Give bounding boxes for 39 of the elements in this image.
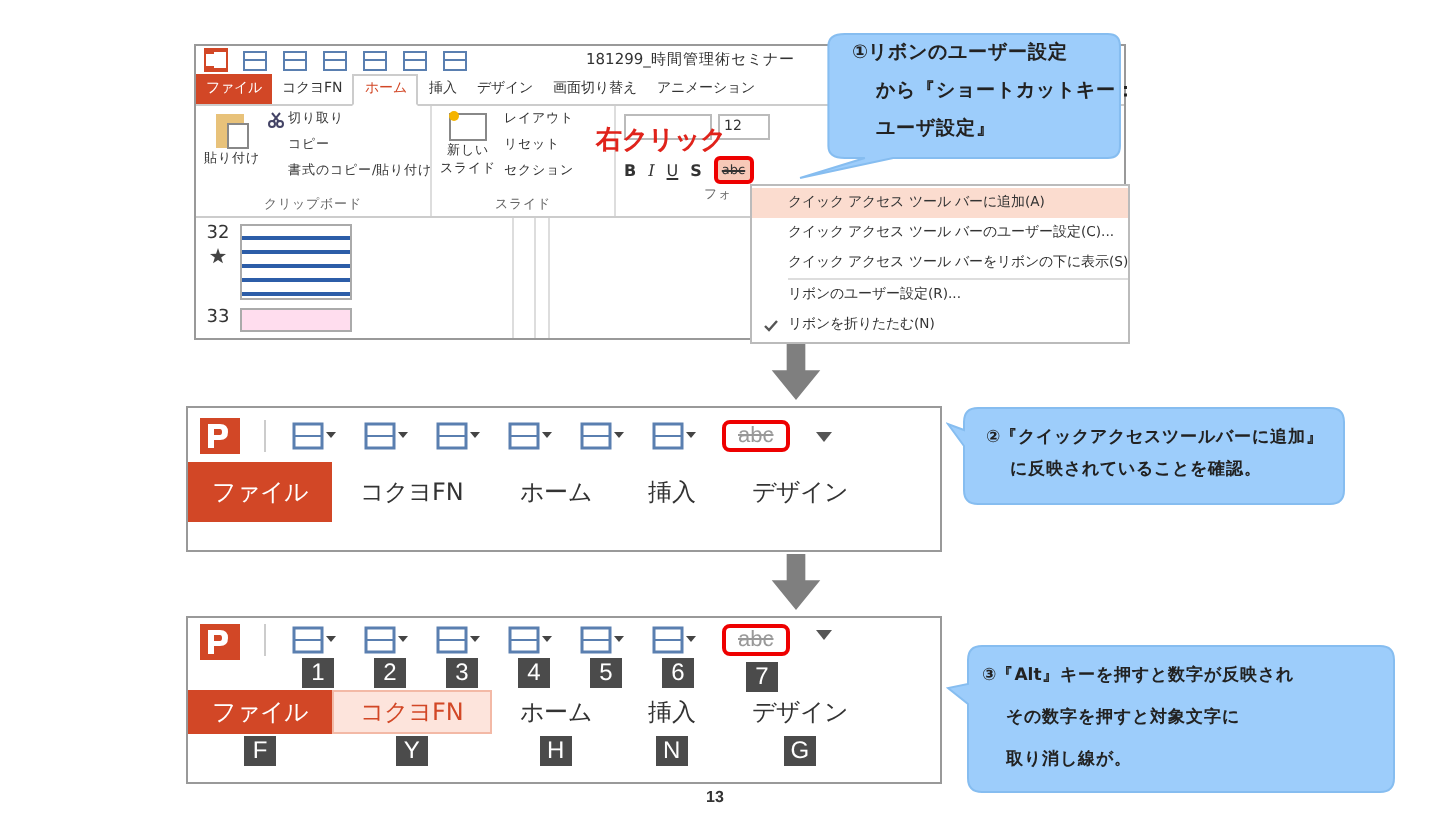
key-tip: 3 <box>446 658 478 688</box>
ribbon-tab[interactable]: デザイン <box>723 690 876 734</box>
scissors-icon <box>268 111 284 128</box>
down-arrow <box>768 344 824 400</box>
ribbon-tab[interactable]: コクヨFN <box>332 690 492 734</box>
ribbon-tab[interactable]: ホーム <box>491 690 620 734</box>
key-tip: F <box>244 736 276 766</box>
key-tip: 6 <box>662 658 694 688</box>
bold-button[interactable]: B <box>624 161 637 180</box>
ribbon-tab[interactable]: ファイル <box>188 462 332 522</box>
callout-bubble: ①リボンのユーザー設定 から『ショートカットキー： ユーザ設定』 <box>796 30 1124 182</box>
ribbon-tab[interactable]: 挿入 <box>619 462 724 522</box>
key-tip: 4 <box>518 658 550 688</box>
key-tip: H <box>539 736 572 766</box>
slide-thumbnail[interactable] <box>240 224 352 300</box>
ribbon-tab[interactable]: ホーム <box>491 462 620 522</box>
key-tip: 1 <box>302 658 334 688</box>
callout-bubble: ③『Alt』キーを押すと数字が反映され その数字を押すと対象文字に 取り消し線が。 <box>946 644 1396 794</box>
key-tip: 2 <box>374 658 406 688</box>
slide-number: 32 <box>206 224 230 244</box>
shadow-button[interactable]: S <box>690 161 702 180</box>
down-arrow <box>768 554 824 610</box>
slide-thumbnail[interactable] <box>240 308 352 332</box>
ribbon-tab[interactable]: コクヨFN <box>332 462 492 522</box>
ribbon-tab[interactable]: デザイン <box>723 462 876 522</box>
page-number: 13 <box>706 788 724 806</box>
key-tip: 7 <box>746 662 778 692</box>
ribbon-tab[interactable]: 挿入 <box>619 690 724 734</box>
key-tip: N <box>655 736 688 766</box>
dropdown-icon[interactable] <box>813 624 834 644</box>
callout-bubble: ②『クイックアクセスツールバーに追加』 に反映されていることを確認。 <box>946 406 1346 506</box>
underline-button[interactable]: U <box>666 161 679 180</box>
vertical-ruler <box>534 218 550 338</box>
italic-button[interactable]: I <box>648 161 655 180</box>
key-tip: 5 <box>590 658 622 688</box>
key-tip: Y <box>395 736 428 766</box>
ribbon-tab[interactable]: ファイル <box>188 690 332 734</box>
key-tip: G <box>783 736 816 766</box>
slide-number: 33 <box>206 308 230 328</box>
